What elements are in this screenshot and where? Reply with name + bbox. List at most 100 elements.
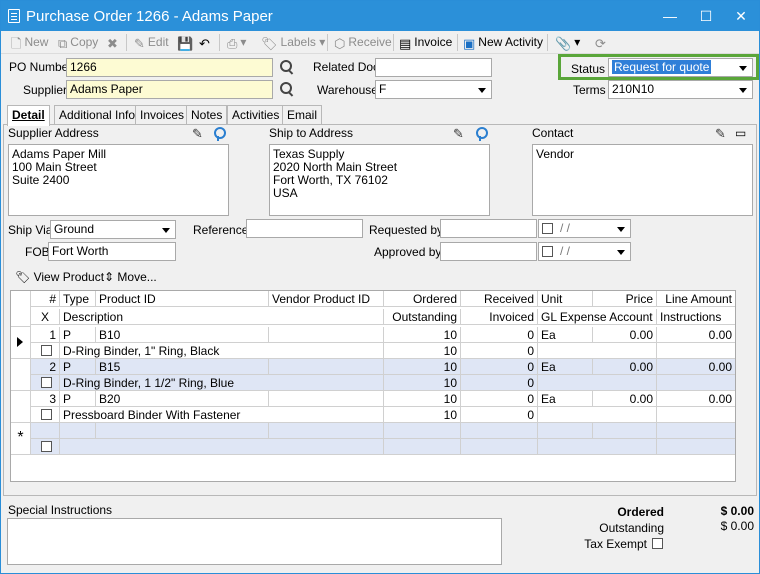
cell-x[interactable] [31, 375, 60, 391]
cell-ordered[interactable]: 10 [384, 359, 461, 375]
cell-number[interactable]: 2 [31, 359, 60, 375]
cell-description[interactable] [60, 439, 384, 455]
col-instructions[interactable]: Instructions [657, 309, 735, 325]
cell-unit[interactable]: Ea [538, 327, 593, 343]
maximize-button[interactable]: ☐ [694, 5, 718, 27]
row-checkbox[interactable] [41, 345, 52, 356]
requested-by-field[interactable] [440, 219, 537, 238]
map-pin-icon[interactable] [213, 127, 226, 141]
close-button[interactable]: ✕ [729, 5, 753, 27]
cell-price[interactable]: 0.00 [593, 327, 657, 343]
supplier-field[interactable]: Adams Paper [66, 80, 273, 99]
cell-description[interactable]: Pressboard Binder With Fastener [60, 407, 384, 423]
cell-invoiced[interactable]: 0 [461, 375, 538, 391]
col-number[interactable]: # [31, 291, 60, 307]
cell-price[interactable] [593, 423, 657, 439]
undo-button[interactable]: ↶ [199, 34, 213, 51]
col-x[interactable]: X [31, 309, 60, 325]
cell-outstanding[interactable]: 10 [384, 407, 461, 423]
cell-product-id[interactable]: B20 [96, 391, 269, 407]
cell-received[interactable]: 0 [461, 327, 538, 343]
tax-exempt-checkbox[interactable] [652, 538, 663, 549]
cell-number[interactable] [31, 423, 60, 439]
cell-ordered[interactable] [384, 423, 461, 439]
tab-email[interactable]: Email [282, 105, 323, 125]
cell-x[interactable] [31, 439, 60, 455]
cell-ordered[interactable]: 10 [384, 391, 461, 407]
col-gl-expense-account[interactable]: GL Expense Account [538, 309, 657, 325]
ship-via-dropdown[interactable]: Ground [50, 220, 176, 239]
ship-to-address-box[interactable]: Texas Supply 2020 North Main Street Fort… [269, 144, 490, 216]
cell-gl-expense-account[interactable] [538, 375, 657, 391]
tab-detail[interactable]: Detail [7, 105, 50, 126]
row-selector[interactable] [11, 391, 31, 423]
minimize-button[interactable]: — [658, 5, 682, 27]
warehouse-dropdown[interactable]: F [375, 80, 492, 99]
requested-date-checkbox[interactable] [542, 223, 553, 234]
copy-button[interactable]: ⧉ Copy [58, 34, 98, 51]
new-button[interactable]: 🗋 New [11, 34, 48, 51]
cell-invoiced[interactable]: 0 [461, 343, 538, 359]
cell-number[interactable]: 1 [31, 327, 60, 343]
cell-invoiced[interactable]: 0 [461, 407, 538, 423]
requested-date-field[interactable]: / / [538, 219, 631, 238]
cell-vendor-product-id[interactable] [269, 423, 384, 439]
cell-instructions[interactable] [657, 343, 735, 359]
row-checkbox[interactable] [41, 409, 52, 420]
cell-received[interactable] [461, 423, 538, 439]
save-button[interactable]: 💾 [177, 34, 196, 51]
cell-gl-expense-account[interactable] [538, 343, 657, 359]
col-ordered[interactable]: Ordered [384, 291, 461, 307]
cell-line-amount[interactable]: 0.00 [657, 327, 735, 343]
new-activity-button[interactable]: ▣ New Activity [463, 34, 543, 51]
cell-type[interactable]: P [60, 391, 96, 407]
related-doc-field[interactable] [375, 58, 492, 77]
tab-additional-info[interactable]: Additional Info [54, 105, 141, 125]
cell-description[interactable]: D-Ring Binder, 1 1/2" Ring, Blue [60, 375, 384, 391]
cell-line-amount[interactable] [657, 423, 735, 439]
invoice-button[interactable]: ▤ Invoice [399, 34, 452, 51]
pencil-icon[interactable]: ✎ [192, 127, 206, 141]
cell-outstanding[interactable]: 10 [384, 343, 461, 359]
line-items-grid[interactable]: # Type Product ID Vendor Product ID Orde… [10, 290, 736, 482]
col-vendor-product-id[interactable]: Vendor Product ID [269, 291, 384, 307]
cell-product-id[interactable]: B10 [96, 327, 269, 343]
pencil-icon[interactable]: ✎ [453, 127, 467, 141]
cell-type[interactable] [60, 423, 96, 439]
map-pin-icon[interactable] [475, 127, 488, 141]
col-unit[interactable]: Unit [538, 291, 593, 307]
pencil-icon[interactable]: ✎ [715, 127, 729, 141]
attachment-button[interactable]: 📎 ▾ [555, 34, 580, 51]
cell-vendor-product-id[interactable] [269, 359, 384, 375]
move-button[interactable]: ⇕ Move... [104, 270, 157, 284]
row-selector[interactable] [11, 359, 31, 391]
col-outstanding[interactable]: Outstanding [384, 309, 461, 325]
search-icon[interactable] [279, 81, 295, 97]
col-invoiced[interactable]: Invoiced [461, 309, 538, 325]
row-checkbox[interactable] [41, 441, 52, 452]
cell-gl-expense-account[interactable] [538, 439, 657, 455]
approved-by-field[interactable] [440, 242, 537, 261]
cell-unit[interactable]: Ea [538, 359, 593, 375]
delete-button[interactable]: ✖ [107, 34, 121, 51]
receive-button[interactable]: ⬡ Receive [334, 34, 392, 51]
terms-dropdown[interactable]: 210N10 [608, 80, 753, 99]
cell-received[interactable]: 0 [461, 359, 538, 375]
cell-price[interactable]: 0.00 [593, 391, 657, 407]
cell-number[interactable]: 3 [31, 391, 60, 407]
cell-product-id[interactable]: B15 [96, 359, 269, 375]
cell-description[interactable]: D-Ring Binder, 1" Ring, Black [60, 343, 384, 359]
cell-type[interactable]: P [60, 359, 96, 375]
cell-unit[interactable]: Ea [538, 391, 593, 407]
po-number-field[interactable]: 1266 [66, 58, 273, 77]
tab-notes[interactable]: Notes [186, 105, 228, 125]
supplier-address-box[interactable]: Adams Paper Mill 100 Main Street Suite 2… [8, 144, 229, 216]
row-checkbox[interactable] [41, 377, 52, 388]
cell-unit[interactable] [538, 423, 593, 439]
cell-type[interactable]: P [60, 327, 96, 343]
view-product-button[interactable]: 🏷 View Product [15, 270, 104, 284]
cell-x[interactable] [31, 343, 60, 359]
col-price[interactable]: Price [593, 291, 657, 307]
cell-product-id[interactable] [96, 423, 269, 439]
col-product-id[interactable]: Product ID [96, 291, 269, 307]
